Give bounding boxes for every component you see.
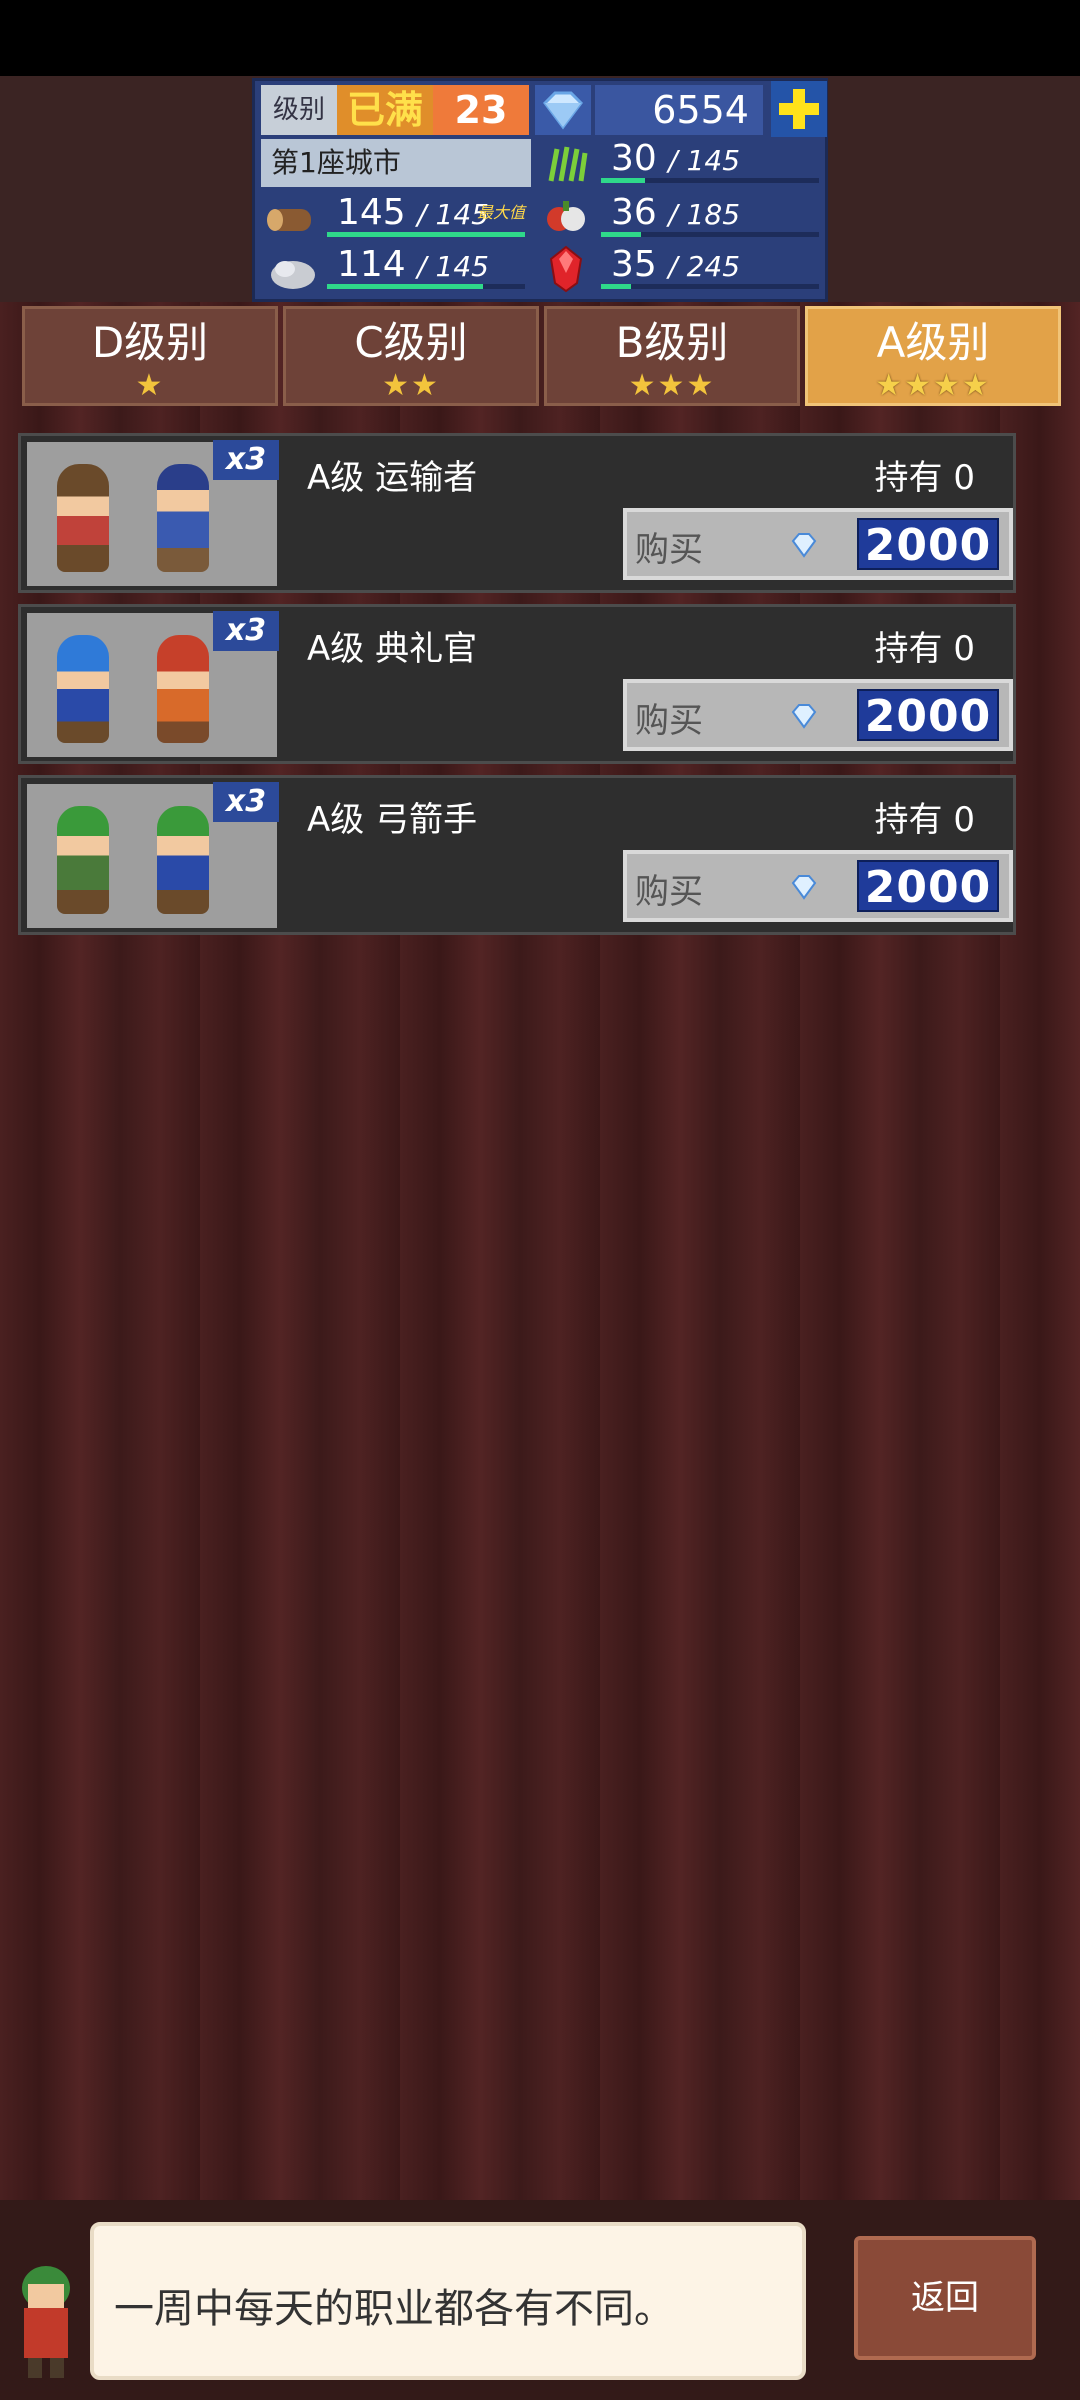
price: 2000 xyxy=(857,689,999,742)
unit-portrait: x3 xyxy=(27,782,279,928)
wood-log-icon xyxy=(263,193,321,243)
level-max-badge: 已满 xyxy=(337,85,433,135)
stone-icon xyxy=(263,245,321,295)
multiplier-badge: x3 xyxy=(213,611,279,651)
buy-label: 购买 xyxy=(635,872,703,912)
food-icon xyxy=(537,191,595,241)
tab-label: B级别 xyxy=(615,318,729,367)
stone-value: 114 / 145 xyxy=(321,243,531,293)
level-label: 级别 xyxy=(261,85,337,135)
star-icon: ★ xyxy=(135,368,165,403)
diamond-icon xyxy=(791,704,817,729)
tab-label: A级别 xyxy=(876,318,990,367)
grass-value: 30 / 145 xyxy=(595,137,825,187)
unit-name: A级 典礼官 xyxy=(307,629,478,669)
gem-count: 6554 xyxy=(595,85,763,135)
diamond-icon xyxy=(791,533,817,558)
multiplier-badge: x3 xyxy=(213,782,279,822)
diamond-icon xyxy=(535,85,591,135)
red-gem-value: 35 / 245 xyxy=(595,243,825,293)
price: 2000 xyxy=(857,518,999,571)
tab-rank-a[interactable]: A级别 ★★★★ xyxy=(805,306,1061,406)
diamond-icon xyxy=(791,875,817,900)
food-value: 36 / 185 xyxy=(595,191,825,241)
multiplier-badge: x3 xyxy=(213,440,279,480)
tab-rank-c[interactable]: C级别 ★★ xyxy=(283,306,539,406)
list-item: x3 A级 典礼官 持有 0 购买 2000 xyxy=(18,604,1016,764)
hint-text: 一周中每天的职业都各有不同。 xyxy=(114,2286,674,2332)
tab-rank-b[interactable]: B级别 ★★★ xyxy=(544,306,800,406)
resource-hud: 级别 已满 23 6554 第1座城市 145 / 145 最大值 114 / … xyxy=(252,78,828,302)
add-gems-button[interactable] xyxy=(771,81,827,137)
unit-name: A级 弓箭手 xyxy=(307,800,478,840)
tab-label: D级别 xyxy=(91,318,209,367)
grass-icon xyxy=(537,139,595,189)
tab-label: C级别 xyxy=(354,318,468,367)
unit-portrait: x3 xyxy=(27,440,279,586)
buy-label: 购买 xyxy=(635,530,703,570)
unit-portrait: x3 xyxy=(27,611,279,757)
city-name: 第1座城市 xyxy=(261,139,531,187)
owned-count: 持有 0 xyxy=(874,458,975,498)
buy-button[interactable]: 购买 2000 xyxy=(623,850,1013,922)
hint-bubble: 一周中每天的职业都各有不同。 xyxy=(90,2222,806,2380)
unit-name: A级 运输者 xyxy=(307,458,478,498)
red-gem-icon xyxy=(537,243,595,293)
status-bar xyxy=(0,0,1080,76)
level-value: 23 xyxy=(433,85,529,135)
tab-rank-d[interactable]: D级别 ★ xyxy=(22,306,278,406)
star-icon: ★★★ xyxy=(628,368,716,403)
owned-count: 持有 0 xyxy=(874,629,975,669)
buy-button[interactable]: 购买 2000 xyxy=(623,508,1013,580)
star-icon: ★★★★ xyxy=(875,368,991,403)
list-item: x3 A级 运输者 持有 0 购买 2000 xyxy=(18,433,1016,593)
advisor-avatar xyxy=(6,2228,86,2388)
star-icon: ★★ xyxy=(382,368,440,403)
back-button[interactable]: 返回 xyxy=(854,2236,1036,2360)
buy-button[interactable]: 购买 2000 xyxy=(623,679,1013,751)
wood-value: 145 / 145 最大值 xyxy=(321,191,531,241)
buy-label: 购买 xyxy=(635,701,703,741)
price: 2000 xyxy=(857,860,999,913)
owned-count: 持有 0 xyxy=(874,800,975,840)
list-item: x3 A级 弓箭手 持有 0 购买 2000 xyxy=(18,775,1016,935)
